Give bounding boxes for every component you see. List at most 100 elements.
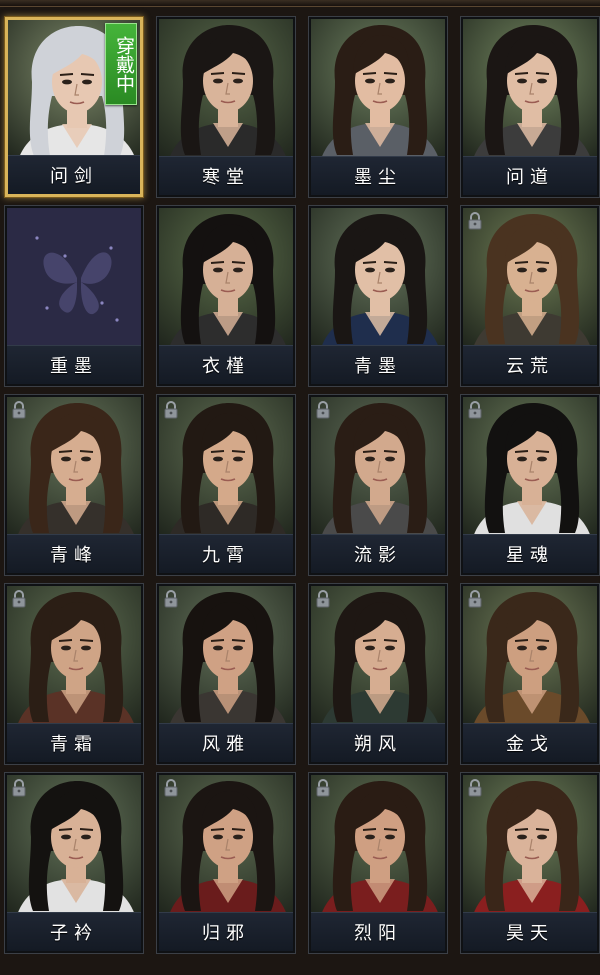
character-portrait (7, 208, 141, 348)
portrait-image (463, 586, 597, 726)
character-name: 问剑 (50, 166, 98, 187)
character-name: 衣槿 (202, 356, 250, 377)
name-bar: 重墨 (7, 345, 141, 384)
name-bar: 昊天 (463, 912, 597, 951)
character-name: 烈阳 (354, 923, 402, 944)
portrait-image (311, 586, 445, 726)
character-name: 流影 (354, 545, 402, 566)
character-name: 青墨 (354, 356, 402, 377)
character-portrait (159, 775, 293, 915)
character-card[interactable]: 朔风 (309, 584, 447, 764)
portrait-image (159, 775, 293, 915)
character-card[interactable]: 青峰 (5, 395, 143, 575)
name-bar: 墨尘 (311, 156, 445, 195)
lock-icon (12, 401, 26, 419)
character-portrait (7, 586, 141, 726)
portrait-image (7, 397, 141, 537)
character-card[interactable]: 墨尘 (309, 17, 447, 197)
character-card[interactable]: 青墨 (309, 206, 447, 386)
character-card[interactable]: 星魂 (461, 395, 599, 575)
character-card[interactable]: 子衿 (5, 773, 143, 953)
portrait-image (159, 208, 293, 348)
name-bar: 烈阳 (311, 912, 445, 951)
character-card[interactable]: 烈阳 (309, 773, 447, 953)
lock-icon (164, 779, 178, 797)
character-select-screen: 穿戴中 问剑 寒堂 墨尘 问道 重墨 衣槿 青墨 云荒 青峰 九霄 流影 星魂 青霜 风雅 朔风 金戈 子衿 归邪烈… (0, 0, 600, 975)
name-bar: 子衿 (7, 912, 141, 951)
lock-icon (468, 779, 482, 797)
lock-icon (316, 590, 330, 608)
lock-icon (12, 779, 26, 797)
lock-icon (316, 401, 330, 419)
character-portrait (311, 19, 445, 159)
character-card[interactable]: 金戈 (461, 584, 599, 764)
name-bar: 风雅 (159, 723, 293, 762)
character-portrait (7, 775, 141, 915)
character-card[interactable]: 衣槿 (157, 206, 295, 386)
portrait-image (7, 775, 141, 915)
character-card[interactable]: 流影 (309, 395, 447, 575)
portrait-image (159, 19, 293, 159)
lock-icon (164, 401, 178, 419)
character-portrait (311, 208, 445, 348)
portrait-image (159, 586, 293, 726)
character-name: 云荒 (506, 356, 554, 377)
character-name: 问道 (506, 167, 554, 188)
character-portrait (311, 586, 445, 726)
name-bar: 问道 (463, 156, 597, 195)
character-portrait (463, 19, 597, 159)
name-bar: 九霄 (159, 534, 293, 573)
character-portrait (463, 586, 597, 726)
portrait-image (463, 775, 597, 915)
character-card[interactable]: 寒堂 (157, 17, 295, 197)
character-card[interactable]: 昊天 (461, 773, 599, 953)
character-card[interactable]: 问道 (461, 17, 599, 197)
portrait-image (463, 397, 597, 537)
name-bar: 衣槿 (159, 345, 293, 384)
character-name: 金戈 (506, 734, 554, 755)
name-bar: 青墨 (311, 345, 445, 384)
character-portrait (159, 397, 293, 537)
character-portrait (159, 586, 293, 726)
lock-icon (164, 590, 178, 608)
character-name: 风雅 (202, 734, 250, 755)
character-portrait (159, 208, 293, 348)
character-name: 寒堂 (202, 167, 250, 188)
character-card[interactable]: 穿戴中问剑 (5, 17, 143, 197)
character-portrait (463, 208, 597, 348)
equipped-badge: 穿戴中 (105, 23, 137, 105)
name-bar: 云荒 (463, 345, 597, 384)
name-bar: 寒堂 (159, 156, 293, 195)
character-name: 青霜 (50, 734, 98, 755)
name-bar: 青峰 (7, 534, 141, 573)
character-card[interactable]: 云荒 (461, 206, 599, 386)
name-bar: 朔风 (311, 723, 445, 762)
portrait-image (311, 19, 445, 159)
portrait-image (463, 19, 597, 159)
lock-icon (468, 590, 482, 608)
character-name: 重墨 (50, 356, 98, 377)
character-grid: 穿戴中 问剑 寒堂 墨尘 问道 重墨 衣槿 青墨 云荒 青峰 九霄 流影 星魂 青霜 风雅 朔风 金戈 子衿 归邪烈… (0, 0, 600, 975)
portrait-image (311, 397, 445, 537)
portrait-image (159, 397, 293, 537)
lock-icon (468, 212, 482, 230)
name-bar: 流影 (311, 534, 445, 573)
name-bar: 问剑 (8, 155, 140, 194)
character-name: 九霄 (202, 545, 250, 566)
character-card[interactable]: 归邪 (157, 773, 295, 953)
character-card[interactable]: 重墨 (5, 206, 143, 386)
character-portrait (311, 775, 445, 915)
character-name: 星魂 (506, 545, 554, 566)
lock-icon (12, 590, 26, 608)
character-portrait (7, 397, 141, 537)
character-card[interactable]: 风雅 (157, 584, 295, 764)
butterfly-placeholder-icon (7, 208, 141, 348)
character-name: 归邪 (202, 923, 250, 944)
character-portrait (463, 775, 597, 915)
character-name: 墨尘 (354, 167, 402, 188)
character-card[interactable]: 青霜 (5, 584, 143, 764)
portrait-image (7, 586, 141, 726)
character-name: 青峰 (50, 545, 98, 566)
portrait-image (463, 208, 597, 348)
character-card[interactable]: 九霄 (157, 395, 295, 575)
